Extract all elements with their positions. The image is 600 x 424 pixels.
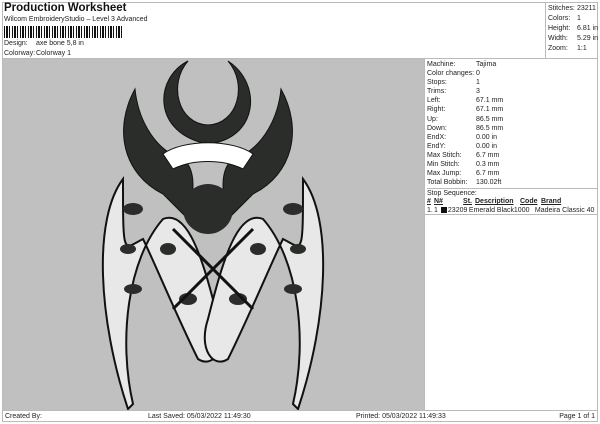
info-value: 86.5 mm (476, 115, 504, 123)
page-title: Production Worksheet (4, 2, 127, 14)
info-row: Stops: 1 (427, 78, 598, 87)
info-value: 1 (577, 15, 581, 22)
info-label: Left: (427, 97, 441, 105)
info-row: Left: 67.1 mm (427, 96, 598, 105)
row-stitches: 23209 (447, 207, 468, 215)
info-value: 0.00 in (476, 142, 498, 150)
info-label: Colors: (548, 15, 571, 22)
info-row: Total Bobbin: 130.02ft (427, 178, 598, 187)
design-row: Design: axe bone 5,8 in (4, 40, 84, 47)
info-label: Stitches: (548, 5, 575, 12)
info-row: Stitches: 23211 (548, 4, 598, 14)
info-label: EndY: (427, 142, 446, 150)
stop-sequence-header: # N# St. Description Code Brand (427, 197, 598, 206)
info-value: 67.1 mm (476, 97, 504, 105)
row-needle: 1 (434, 207, 438, 215)
info-value: 6.81 in (577, 25, 599, 32)
design-value: axe bone 5,8 in (36, 40, 84, 47)
info-value: 0.00 in (476, 133, 498, 141)
info-value: 86.5 mm (476, 124, 504, 132)
info-row: Zoom: 1:1 (548, 44, 598, 54)
info-label: Height: (548, 25, 571, 32)
colorway-row: Colorway:Colorway 1 (4, 50, 71, 57)
info-value: 1 (476, 79, 480, 87)
info-label: Down: (427, 124, 447, 132)
row-brand: Madeira Classic 40 (534, 207, 595, 215)
col-index: # (427, 198, 431, 206)
stop-sequence: Stop Sequence: # N# St. Description Code… (425, 188, 598, 216)
info-label: EndX: (427, 133, 447, 141)
details-panel: Machine: Tajima Color changes: 0 Stops: 1 Trim… (424, 59, 598, 410)
info-value: Tajima (476, 61, 497, 68)
info-value: 0.3 mm (476, 161, 500, 169)
info-row: Height: 6.81 in (548, 24, 598, 34)
design-preview (3, 59, 424, 411)
info-value: 23211 (577, 5, 596, 12)
barcode (4, 26, 124, 38)
info-row: Color changes: 0 (427, 69, 598, 78)
info-label: Zoom: (548, 45, 568, 52)
colorway-label: Colorway: (4, 50, 36, 57)
info-row: Trims: 3 (427, 87, 598, 96)
info-value: 6.7 mm (476, 170, 500, 178)
info-label: Trims: (427, 88, 447, 96)
info-value: 6.7 mm (476, 151, 500, 159)
embroidery-design (101, 60, 325, 411)
info-label: Total Bobbin: (427, 179, 468, 187)
info-label: Min Stitch: (427, 161, 460, 169)
col-needle: N# (434, 198, 443, 206)
info-label: Machine: (427, 61, 456, 68)
info-row: EndX: 0.00 in (427, 133, 598, 142)
info-row: Up: 86.5 mm (427, 115, 598, 124)
info-value: 1:1 (577, 45, 587, 52)
created-by: Created By: (5, 413, 42, 420)
info-value: 3 (476, 88, 480, 96)
info-row: Colors: 1 (548, 14, 598, 24)
color-swatch (440, 207, 447, 214)
info-value: 130.02ft (476, 179, 502, 187)
info-row: Min Stitch: 0.3 mm (427, 160, 598, 169)
info-label: Width: (548, 35, 568, 42)
footer: Created By: Last Saved: 05/03/2022 11:49… (2, 410, 598, 421)
table-row: 1. 1 23209 Emerald Black 1000 Madeira Cl… (425, 206, 598, 216)
info-row: Down: 86.5 mm (427, 124, 598, 133)
info-row: Width: 5.29 in (548, 34, 598, 44)
summary-box: Stitches: 23211 Colors: 1 Height: 6.81 in Widt… (545, 2, 598, 58)
row-description: Emerald Black (468, 207, 515, 215)
col-code: Code (520, 198, 538, 206)
design-label: Design: (4, 40, 28, 47)
printed-date: Printed: 05/03/2022 11:49:33 (356, 413, 446, 420)
last-saved: Last Saved: 05/03/2022 11:49:30 (148, 413, 251, 420)
info-value: 0 (476, 70, 480, 78)
info-row: Machine: Tajima (427, 60, 598, 69)
row-index: 1. (427, 207, 433, 215)
info-label: Stops: (427, 79, 447, 87)
info-label: Up: (427, 115, 438, 123)
info-label: Right: (427, 106, 446, 114)
info-value: 5.29 in (577, 35, 599, 42)
colorway-value: Colorway 1 (36, 50, 72, 57)
col-stitches: St. (463, 198, 472, 206)
info-label: Color changes: (427, 70, 475, 78)
page-number: Page 1 of 1 (559, 413, 595, 420)
stop-sequence-title: Stop Sequence: (427, 190, 477, 198)
col-description: Description (475, 198, 514, 206)
info-label: Max Stitch: (427, 151, 462, 159)
software-name: Wilcom EmbroideryStudio – Level 3 Advanc… (4, 16, 148, 23)
info-row: EndY: 0.00 in (427, 142, 598, 151)
info-value: 67.1 mm (476, 106, 504, 114)
info-row: Max Jump: 6.7 mm (427, 169, 598, 178)
info-row: Right: 67.1 mm (427, 105, 598, 114)
info-label: Max Jump: (427, 170, 462, 178)
row-code: 1000 (513, 207, 530, 215)
info-row: Max Stitch: 6.7 mm (427, 151, 598, 160)
col-brand: Brand (541, 198, 562, 206)
